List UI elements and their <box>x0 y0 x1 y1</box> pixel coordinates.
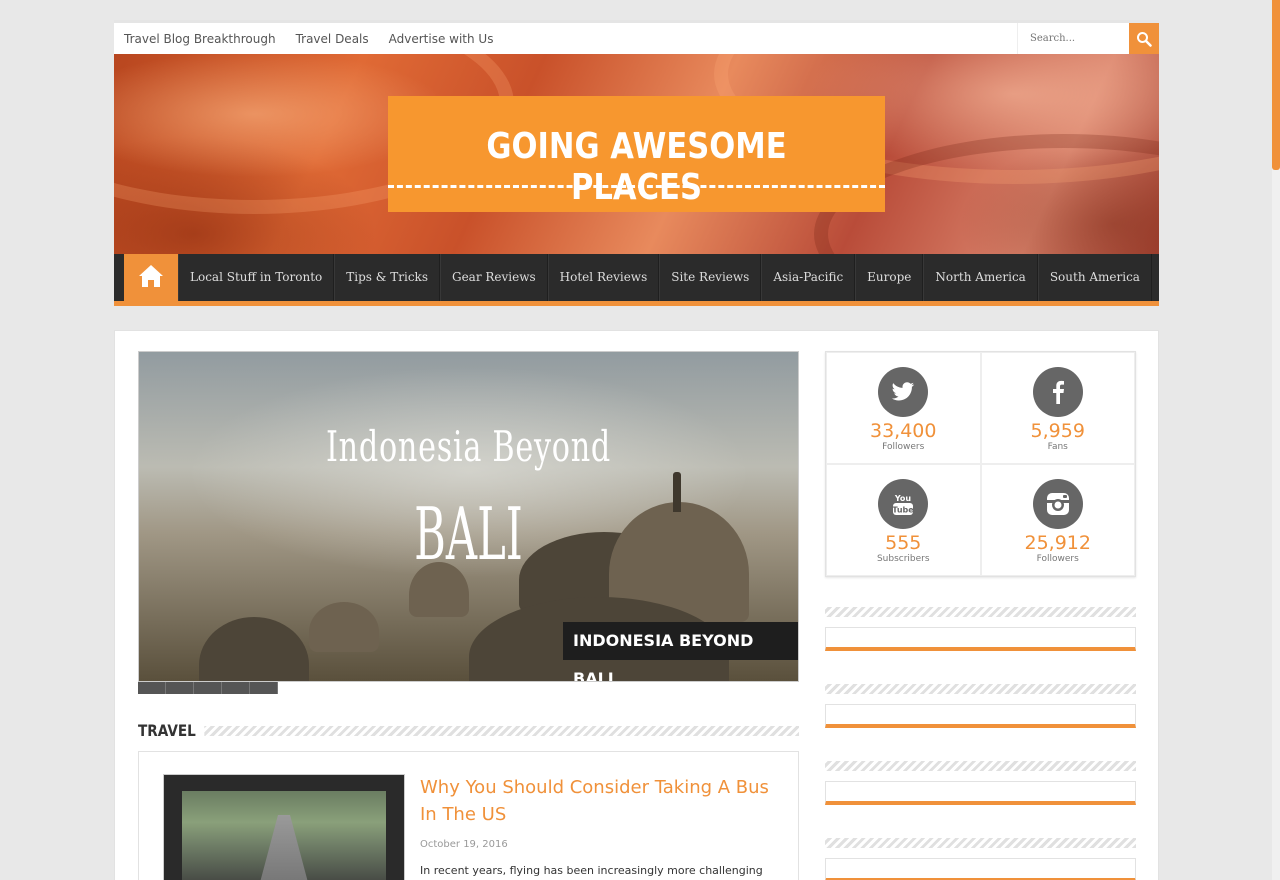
page-wrapper: Travel Blog Breakthrough Travel Deals Ad… <box>114 20 1159 306</box>
instagram-label: Followers <box>1036 554 1079 564</box>
slider-dot[interactable] <box>250 682 278 694</box>
nav-item-europe[interactable]: Europe <box>855 254 924 301</box>
logo-dash-line <box>388 185 885 188</box>
svg-text:Tube: Tube <box>893 506 915 515</box>
search-box <box>1017 23 1159 54</box>
article-thumbnail[interactable] <box>163 774 405 880</box>
facebook-label: Fans <box>1047 442 1068 452</box>
section-divider <box>203 726 799 736</box>
slider-dot[interactable] <box>194 682 222 694</box>
twitter-icon <box>878 367 929 417</box>
nav-item-gear-reviews[interactable]: Gear Reviews <box>439 254 548 301</box>
social-youtube[interactable]: You Tube 555 Subscribers <box>826 464 981 576</box>
slider-overlay-title: Indonesia Beyond <box>326 422 611 471</box>
twitter-label: Followers <box>882 442 925 452</box>
widget-divider <box>825 684 1136 694</box>
home-icon <box>139 264 163 287</box>
facebook-icon <box>1032 367 1083 417</box>
featured-slider[interactable]: Indonesia Beyond BALI INDONESIA BEYOND B… <box>138 351 799 682</box>
widget-divider <box>825 838 1136 848</box>
main-nav: Local Stuff in Toronto Tips & Tricks Gea… <box>114 249 1159 306</box>
top-bar: Travel Blog Breakthrough Travel Deals Ad… <box>114 20 1159 54</box>
social-counter-widget: 33,400 Followers 5,959 Fans You Tube 555 … <box>825 351 1136 577</box>
sidebar-widget <box>825 607 1136 651</box>
slider-overlay-subtitle: BALI <box>414 492 523 576</box>
widget-box <box>825 781 1136 805</box>
widget-divider <box>825 761 1136 771</box>
search-button[interactable] <box>1129 23 1159 54</box>
youtube-icon: You Tube <box>878 479 929 529</box>
instagram-icon <box>1032 479 1083 529</box>
widget-divider <box>825 607 1136 617</box>
social-facebook[interactable]: 5,959 Fans <box>980 352 1135 464</box>
site-logo[interactable]: GOING AWESOME PLACES <box>388 96 885 212</box>
top-link-travel-blog-breakthrough[interactable]: Travel Blog Breakthrough <box>114 32 286 46</box>
search-icon <box>1137 31 1152 47</box>
nav-item-north-america[interactable]: North America <box>923 254 1038 301</box>
nav-item-asia-pacific[interactable]: Asia-Pacific <box>761 254 856 301</box>
youtube-count: 555 <box>885 532 922 554</box>
header-banner: GOING AWESOME PLACES <box>114 54 1159 254</box>
instagram-count: 25,912 <box>1024 532 1091 554</box>
article-date: October 19, 2016 <box>420 839 508 850</box>
logo-text: GOING AWESOME PLACES <box>486 126 787 208</box>
twitter-count: 33,400 <box>870 420 937 442</box>
slider-dot[interactable] <box>222 682 250 694</box>
slider-dot[interactable] <box>166 682 194 694</box>
top-link-advertise[interactable]: Advertise with Us <box>379 32 504 46</box>
social-instagram[interactable]: 25,912 Followers <box>980 464 1135 576</box>
article-title[interactable]: Why You Should Consider Taking A Bus In … <box>420 774 780 828</box>
slider-spire <box>673 472 681 512</box>
widget-box <box>825 627 1136 651</box>
sidebar-widget <box>825 838 1136 880</box>
svg-text:You: You <box>894 494 912 503</box>
slider-caption[interactable]: INDONESIA BEYOND BALI <box>563 622 798 681</box>
widget-box <box>825 704 1136 728</box>
nav-item-site-reviews[interactable]: Site Reviews <box>659 254 762 301</box>
nav-item-south-america[interactable]: South America <box>1037 254 1152 301</box>
page-scrollbar[interactable] <box>1272 0 1280 880</box>
facebook-count: 5,959 <box>1030 420 1085 442</box>
thumb-bus-frame <box>164 775 404 880</box>
slider-dots <box>138 682 278 694</box>
nav-item-hotel-reviews[interactable]: Hotel Reviews <box>547 254 660 301</box>
top-link-travel-deals[interactable]: Travel Deals <box>286 32 379 46</box>
article-card: Why You Should Consider Taking A Bus In … <box>138 751 799 880</box>
sidebar-widget <box>825 684 1136 728</box>
section-heading: TRAVEL <box>138 721 799 743</box>
youtube-label: Subscribers <box>876 554 930 564</box>
sidebar-widget <box>825 761 1136 805</box>
nav-item-tips-tricks[interactable]: Tips & Tricks <box>334 254 440 301</box>
article-excerpt: In recent years, flying has been increas… <box>420 864 763 877</box>
content-container: Indonesia Beyond BALI INDONESIA BEYOND B… <box>114 330 1159 880</box>
nav-item-local-stuff-in-toronto[interactable]: Local Stuff in Toronto <box>178 254 335 301</box>
slider-dot[interactable] <box>138 682 166 694</box>
widget-box <box>825 858 1136 880</box>
scrollbar-thumb[interactable] <box>1272 0 1280 170</box>
nav-home-button[interactable] <box>124 249 178 302</box>
search-input[interactable] <box>1017 23 1129 54</box>
section-title[interactable]: TRAVEL <box>138 721 205 740</box>
social-twitter[interactable]: 33,400 Followers <box>826 352 981 464</box>
